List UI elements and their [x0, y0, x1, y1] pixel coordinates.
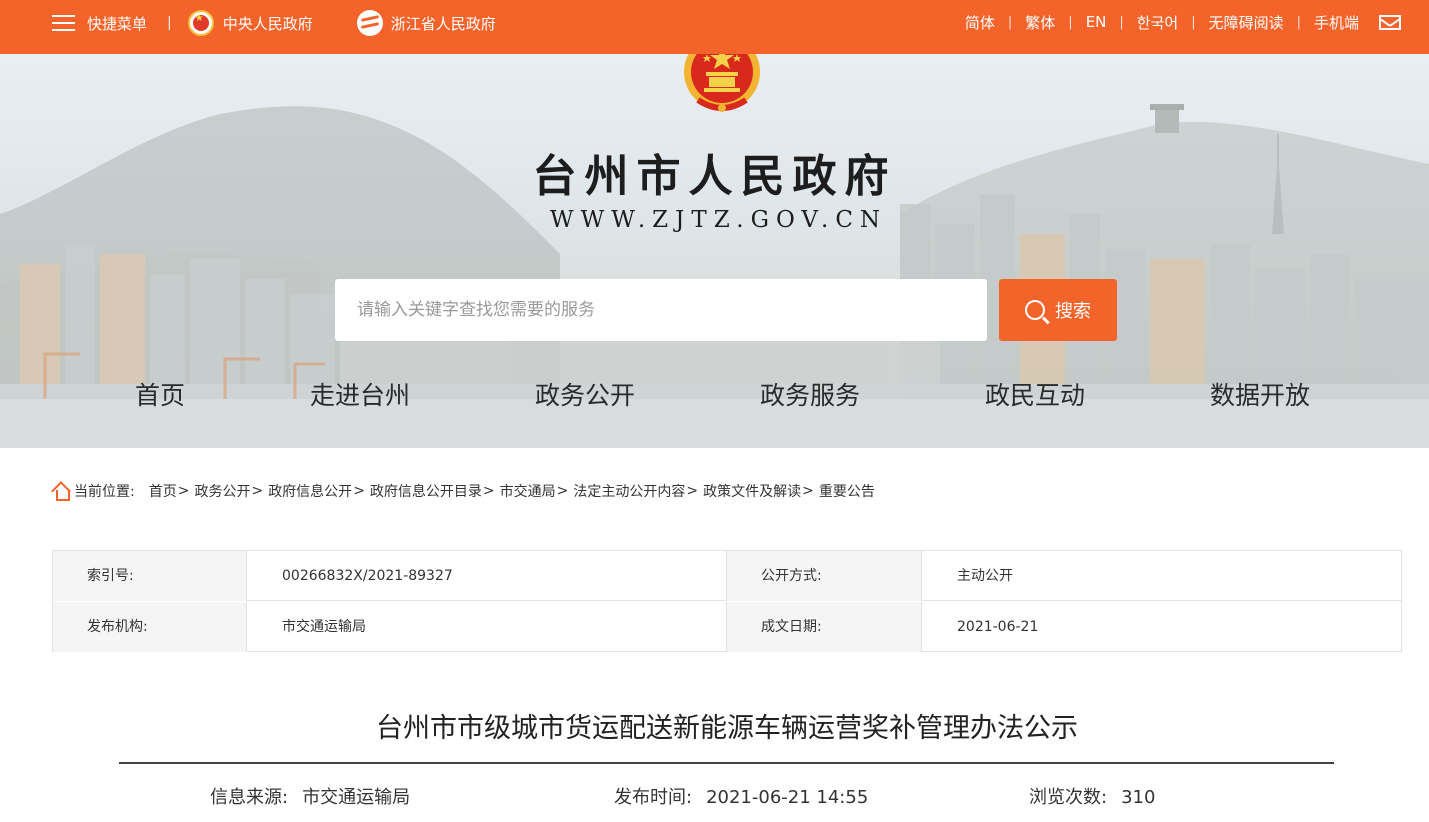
main-nav: 首页 走进台州 政务公开 政务服务 政民互动 数据开放	[0, 376, 1429, 416]
zhejiang-government-link[interactable]: 浙江省人民政府	[313, 10, 496, 36]
article-source: 信息来源: 市交通运输局	[210, 783, 410, 809]
breadcrumb-separator: >	[482, 483, 495, 499]
disclosure-method-value: 主动公开	[957, 568, 1013, 584]
breadcrumb-separator: >	[686, 483, 699, 499]
breadcrumb-separator: >	[251, 483, 264, 499]
home-icon	[52, 482, 70, 501]
divider: |	[1119, 14, 1124, 30]
divider: |	[167, 15, 172, 31]
breadcrumb-separator: >	[802, 483, 814, 499]
article-title: 台州市市级城市货运配送新能源车辆运营奖补管理办法公示	[376, 713, 1078, 744]
breadcrumb-item[interactable]: 市交通局	[500, 481, 556, 501]
breadcrumb-item[interactable]: 政府信息公开	[268, 481, 352, 501]
breadcrumb-prefix: 当前位置:	[74, 484, 135, 500]
quick-menu-label: 快捷菜单	[87, 14, 148, 33]
disclosure-method-label: 公开方式:	[727, 551, 922, 601]
divider: |	[1007, 14, 1013, 30]
publishing-org-value: 市交通运输局	[247, 602, 727, 652]
top-bar-right: 简体 | 繁体 | EN | 한국어 | 无障碍阅读 | 手机端	[965, 0, 1401, 44]
quick-menu-button[interactable]: 快捷菜单	[52, 13, 147, 34]
mobile-link[interactable]: 手机端	[1314, 12, 1359, 33]
zhejiang-government-label: 浙江省人民政府	[390, 14, 496, 33]
lang-korean-link[interactable]: 한국어	[1137, 12, 1178, 33]
title-divider	[119, 762, 1334, 764]
divider: |	[1068, 14, 1073, 30]
accessibility-link[interactable]: 无障碍阅读	[1209, 12, 1284, 33]
lang-english-link[interactable]: EN	[1086, 13, 1107, 31]
table-row: 发布机构: 市交通运输局 成文日期: 2021-06-21	[53, 602, 1401, 652]
breadcrumb-separator: >	[556, 483, 569, 499]
index-number-value: 00266832X/2021-89327	[247, 551, 727, 601]
central-government-link[interactable]: 中央人民政府	[187, 10, 313, 36]
lang-simplified-link[interactable]: 简体	[965, 12, 995, 33]
index-number-label: 索引号:	[53, 551, 247, 601]
nav-item-open-data[interactable]: 数据开放	[1210, 376, 1310, 412]
national-emblem-icon	[684, 54, 760, 112]
breadcrumb-item[interactable]: 政府信息公开目录	[370, 481, 482, 501]
zhejiang-logo-icon	[356, 10, 383, 36]
top-bar-left: 快捷菜单 | 中央人民政府 浙江省人民政府	[52, 0, 496, 46]
breadcrumb-item[interactable]: 首页	[149, 481, 177, 501]
divider: |	[1191, 14, 1196, 30]
publish-time-value: 2021-06-21 14:55	[706, 787, 869, 808]
source-label: 信息来源:	[210, 787, 289, 808]
document-date-label: 成文日期:	[727, 602, 922, 652]
site-title: 台州市人民政府	[532, 151, 897, 202]
search-button-label: 搜索	[1055, 301, 1091, 322]
search-input[interactable]	[335, 279, 987, 341]
hamburger-icon	[52, 14, 75, 32]
article-publish-time: 发布时间: 2021-06-21 14:55	[614, 783, 868, 809]
nav-item-public-interaction[interactable]: 政民互动	[985, 376, 1085, 412]
header-banner: 台州市人民政府 WWW.ZJTZ.GOV.CN 搜索 首页 走进台州 政务公开 …	[0, 54, 1429, 448]
nav-item-government-services[interactable]: 政务服务	[760, 376, 860, 412]
breadcrumb-item[interactable]: 政务公开	[194, 481, 250, 501]
breadcrumb: 当前位置: 首页 > 政务公开 > 政府信息公开 > 政府信息公开目录 > 市交通局 > …	[52, 480, 875, 502]
divider: |	[1296, 14, 1301, 30]
top-bar: 快捷菜单 | 中央人民政府 浙江省人民政府 简体 | 繁体 | EN | 한국어…	[0, 0, 1429, 54]
breadcrumb-separator: >	[177, 483, 190, 499]
nav-item-home[interactable]: 首页	[135, 376, 185, 412]
mail-icon[interactable]	[1379, 14, 1401, 30]
central-government-label: 中央人民政府	[222, 14, 313, 33]
article-views: 浏览次数: 310	[1029, 783, 1155, 809]
breadcrumb-separator: >	[353, 483, 365, 499]
publish-time-label: 发布时间:	[614, 787, 693, 808]
document-meta-table: 索引号: 00266832X/2021-89327 公开方式: 主动公开 发布机…	[52, 550, 1402, 652]
nav-item-government-affairs[interactable]: 政务公开	[535, 376, 635, 412]
views-label: 浏览次数:	[1029, 787, 1108, 808]
national-emblem-small-icon	[187, 10, 214, 36]
breadcrumb-item[interactable]: 法定主动公开内容	[573, 481, 685, 501]
document-date-value: 2021-06-21	[957, 619, 1039, 635]
source-value: 市交通运输局	[302, 787, 411, 808]
breadcrumb-item[interactable]: 政策文件及解读	[703, 481, 801, 501]
site-url: WWW.ZJTZ.GOV.CN	[549, 207, 888, 233]
search-button[interactable]: 搜索	[999, 279, 1117, 341]
search-icon	[1025, 300, 1045, 320]
lang-traditional-link[interactable]: 繁体	[1025, 12, 1055, 33]
views-value: 310	[1121, 787, 1156, 808]
nav-item-about-taizhou[interactable]: 走进台州	[310, 376, 410, 412]
publishing-org-label: 发布机构:	[53, 602, 247, 652]
breadcrumb-item[interactable]: 重要公告	[819, 481, 875, 501]
table-row: 索引号: 00266832X/2021-89327 公开方式: 主动公开	[53, 551, 1401, 601]
